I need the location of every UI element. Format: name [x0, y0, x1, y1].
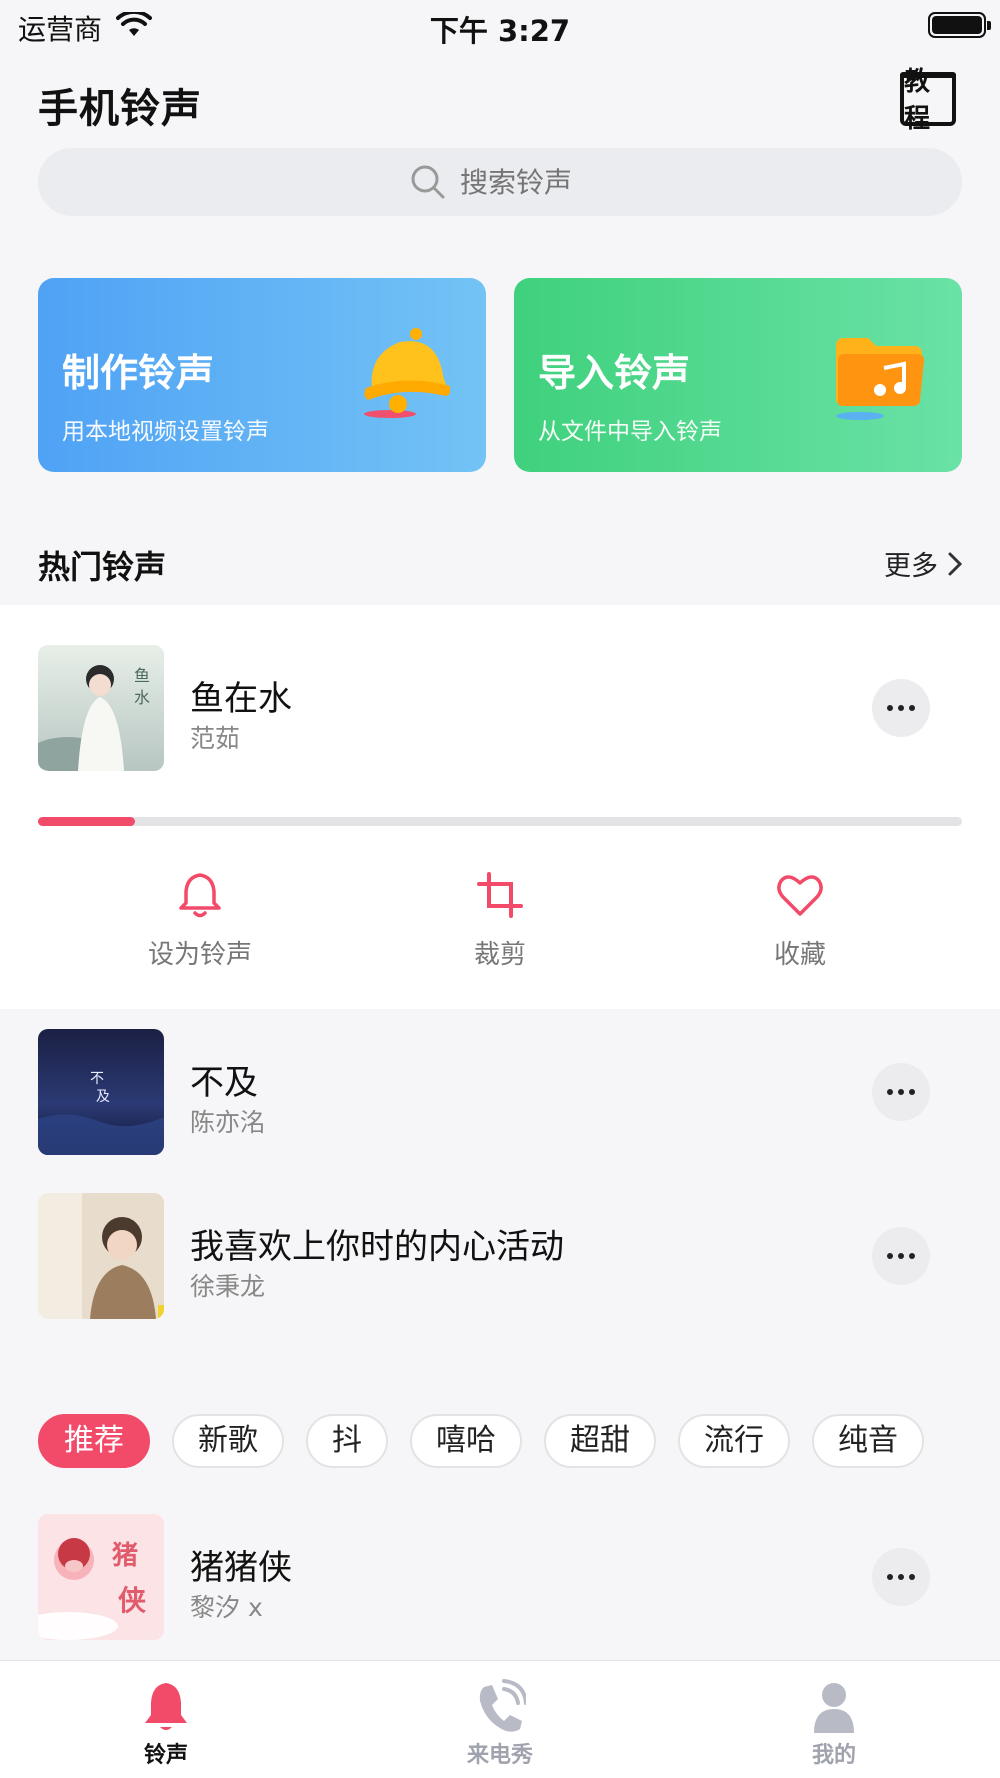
crop-button[interactable]: 裁剪 — [400, 870, 600, 971]
more-link[interactable]: 更多 — [884, 544, 962, 583]
bell-icon — [145, 1683, 187, 1730]
set-ringtone-button[interactable]: 设为铃声 — [100, 870, 300, 971]
category-tabs: 推荐 新歌抖嘻哈 超甜 流行 纯音 — [38, 1414, 962, 1470]
user-icon — [814, 1683, 854, 1733]
more-options-button[interactable] — [872, 1548, 930, 1606]
album-cover: 猪 侠 — [38, 1514, 164, 1640]
make-ringtone-card[interactable]: 制作铃声 用本地视频设置铃声 — [38, 278, 486, 472]
nav-label: 来电秀 — [466, 1743, 533, 1768]
card-subtitle: 从文件中导入铃声 — [538, 419, 722, 445]
song-title: 不及 — [190, 1063, 258, 1103]
album-cover: 鱼 水 — [38, 645, 164, 771]
nav-label: 铃声 — [143, 1743, 188, 1768]
song-artist: 陈亦洺 — [190, 1108, 266, 1137]
clock: 下午 3:27 — [429, 14, 571, 48]
svg-text:不: 不 — [90, 1071, 104, 1087]
tab-instrumental[interactable]: 纯音 — [812, 1414, 924, 1468]
card-subtitle: 用本地视频设置铃声 — [62, 419, 269, 445]
action-label: 裁剪 — [473, 940, 526, 970]
album-cover — [38, 1193, 164, 1319]
progress-fill — [38, 817, 136, 826]
section-title: 热门铃声 — [38, 548, 167, 586]
heart-icon — [777, 875, 823, 916]
svg-text:水: 水 — [134, 688, 150, 707]
battery-icon — [928, 12, 991, 38]
search-bar[interactable] — [38, 148, 962, 216]
song-artist: 徐秉龙 — [190, 1272, 266, 1301]
svg-text:鱼: 鱼 — [134, 666, 150, 685]
tutorial-button[interactable]: 教程 — [900, 67, 956, 134]
svg-text:侠: 侠 — [118, 1584, 147, 1617]
tab-new-songs[interactable]: 新歌 — [172, 1414, 284, 1468]
nav-mine[interactable]: 我的 — [754, 1679, 914, 1769]
card-title: 导入铃声 — [538, 351, 691, 395]
song-artist: 黎汐 x — [190, 1593, 263, 1622]
card-title: 制作铃声 — [62, 351, 215, 395]
bell-outline-icon — [179, 873, 221, 918]
chevron-right-icon — [948, 552, 962, 575]
playback-progress[interactable] — [38, 817, 962, 826]
song-artist: 范茹 — [190, 724, 241, 753]
tab-dou[interactable]: 抖 — [306, 1414, 388, 1468]
song-row[interactable]: 我喜欢上你时的内心活动 徐秉龙 — [0, 1193, 1000, 1323]
album-cover: 不 及 — [38, 1029, 164, 1155]
song-title: 鱼在水 — [190, 679, 292, 719]
crop-icon — [477, 872, 523, 918]
more-label: 更多 — [884, 551, 938, 582]
song-title: 猪猪侠 — [190, 1548, 292, 1588]
more-options-button[interactable] — [872, 679, 930, 737]
nav-label: 我的 — [811, 1743, 856, 1768]
folder-music-icon — [836, 338, 924, 420]
song-row[interactable]: 鱼 水 鱼在水 范茹 — [0, 645, 1000, 775]
song-title: 我喜欢上你时的内心活动 — [190, 1227, 564, 1267]
svg-text:及: 及 — [96, 1089, 110, 1105]
svg-text:猪: 猪 — [112, 1541, 138, 1571]
action-label: 收藏 — [773, 940, 826, 970]
phone-icon — [479, 1679, 526, 1732]
favorite-button[interactable]: 收藏 — [700, 870, 900, 971]
tutorial-label: 教程 — [904, 67, 931, 134]
tab-recommend[interactable]: 推荐 — [38, 1414, 150, 1468]
import-ringtone-card[interactable]: 导入铃声 从文件中导入铃声 — [514, 278, 962, 472]
bottom-nav: 铃声 来电秀 我的 — [0, 1660, 1000, 1778]
search-input[interactable] — [460, 165, 590, 199]
nav-ringtone[interactable]: 铃声 — [86, 1679, 246, 1769]
nav-caller-show[interactable]: 来电秀 — [420, 1679, 580, 1769]
status-bar: 运营商 下午 3:27 — [0, 0, 1000, 50]
bell-icon — [364, 328, 450, 418]
more-options-button[interactable] — [872, 1063, 930, 1121]
more-options-button[interactable] — [872, 1227, 930, 1285]
tab-pop[interactable]: 流行 — [678, 1414, 790, 1468]
tab-sweet[interactable]: 超甜 — [544, 1414, 656, 1468]
page-title: 手机铃声 — [38, 86, 202, 132]
search-icon — [411, 165, 445, 199]
tab-hiphop[interactable]: 嘻哈 — [410, 1414, 522, 1468]
action-label: 设为铃声 — [147, 940, 252, 970]
song-row[interactable]: 不 及 不及 陈亦洺 — [0, 1029, 1000, 1159]
song-row[interactable]: 猪 侠 猪猪侠 黎汐 x — [0, 1514, 1000, 1644]
